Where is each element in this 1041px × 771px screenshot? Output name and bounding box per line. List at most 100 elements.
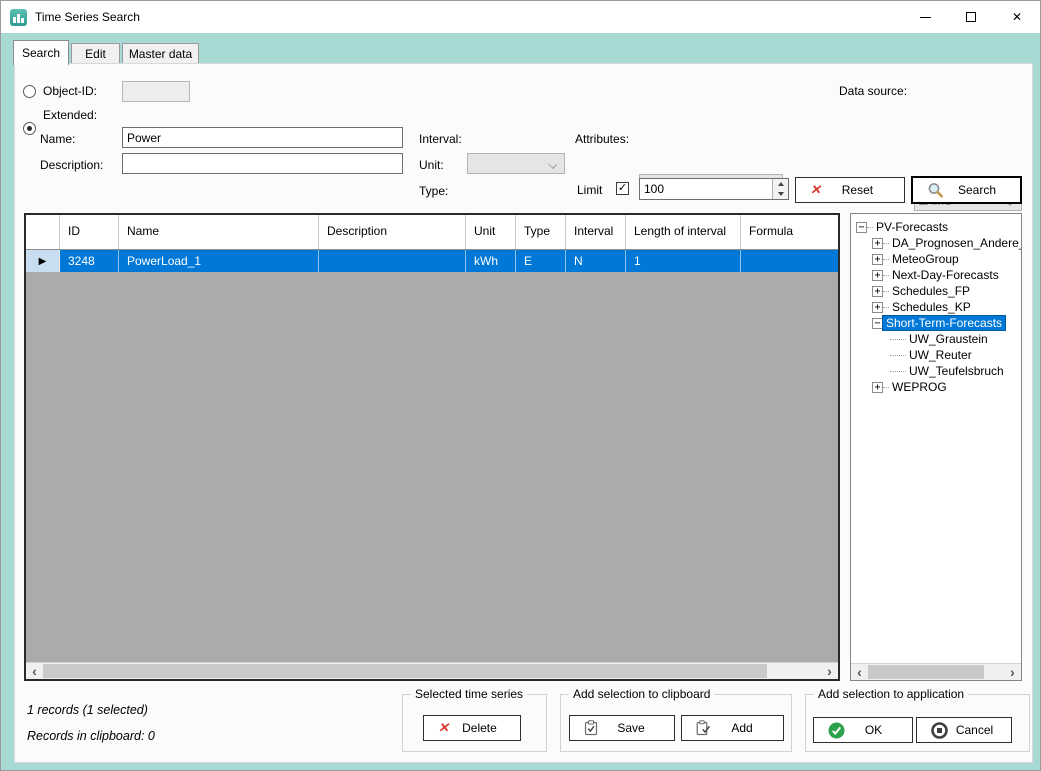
- column-header-formula[interactable]: Formula: [741, 215, 838, 249]
- tree-node-uw-graustein[interactable]: UW_Graustein: [851, 331, 1021, 347]
- tab-edit[interactable]: Edit: [71, 43, 120, 64]
- clipboard-check-icon: [584, 720, 598, 736]
- table-header-row: ID Name Description Unit Type Interval L…: [26, 215, 838, 250]
- tree-node-label[interactable]: UW_Reuter: [906, 348, 975, 362]
- scroll-right-icon[interactable]: ›: [1004, 664, 1021, 680]
- table-scrollbar-track[interactable]: [43, 663, 821, 679]
- search-tab-page: Object-ID: Extended: Name: Power Descrip…: [14, 63, 1033, 763]
- tab-search[interactable]: Search: [13, 40, 69, 65]
- group-selected-time-series: Selected time series ✕ Delete: [402, 687, 547, 752]
- tree-node-label[interactable]: MeteoGroup: [889, 252, 962, 266]
- type-label: Type:: [419, 184, 449, 198]
- delete-button[interactable]: ✕ Delete: [423, 715, 521, 741]
- save-button[interactable]: Save: [569, 715, 675, 741]
- reset-button-label: Reset: [841, 183, 874, 197]
- row-selector-header: [26, 215, 60, 249]
- window-frame: Search Edit Master data Object-ID: Exten…: [1, 33, 1040, 770]
- object-id-radio[interactable]: [23, 85, 36, 98]
- description-input[interactable]: [122, 153, 403, 174]
- scroll-right-icon[interactable]: ›: [821, 663, 838, 679]
- column-header-type[interactable]: Type: [516, 215, 566, 249]
- tree-node-label[interactable]: Schedules_KP: [889, 300, 974, 314]
- collapse-icon[interactable]: −: [856, 221, 867, 233]
- arrow-up-icon: [777, 182, 784, 186]
- red-cross-icon: ✕: [810, 182, 821, 197]
- row-marker-icon: ▶: [26, 250, 60, 272]
- tree-node-schedules-kp[interactable]: + Schedules_KP: [851, 299, 1021, 315]
- limit-checkbox[interactable]: ✓: [616, 182, 629, 195]
- table-empty-area: [26, 272, 838, 662]
- tree-node-label[interactable]: UW_Graustein: [906, 332, 991, 346]
- table-row[interactable]: ▶ 3248 PowerLoad_1 kWh E N 1: [26, 250, 838, 272]
- description-label: Description:: [40, 158, 104, 172]
- scroll-left-icon[interactable]: ‹: [851, 664, 868, 680]
- expand-icon[interactable]: +: [872, 269, 883, 281]
- tree-node-label[interactable]: Schedules_FP: [889, 284, 973, 298]
- tree-node-uw-teufelsbruch[interactable]: UW_Teufelsbruch: [851, 363, 1021, 379]
- expand-icon[interactable]: +: [872, 237, 883, 249]
- tree-node-label[interactable]: DA_Prognosen_Andere_: [889, 236, 1021, 250]
- app-logo-icon: [10, 8, 27, 26]
- ok-button-label: OK: [864, 723, 883, 737]
- cell-type: E: [516, 250, 566, 272]
- data-source-label: Data source:: [839, 84, 908, 98]
- column-header-interval[interactable]: Interval: [566, 215, 626, 249]
- limit-value: 100: [644, 182, 665, 196]
- tree-node-da-prognosen[interactable]: + DA_Prognosen_Andere_: [851, 235, 1021, 251]
- tree-horizontal-scrollbar[interactable]: ‹ ›: [851, 663, 1021, 680]
- scroll-left-icon[interactable]: ‹: [26, 663, 43, 679]
- tree-scrollbar-thumb[interactable]: [868, 665, 984, 679]
- window-title: Time Series Search: [35, 10, 140, 24]
- magnifier-icon: [927, 182, 944, 198]
- expand-icon[interactable]: +: [872, 253, 883, 265]
- add-button[interactable]: Add: [681, 715, 784, 741]
- clipboard-count: Records in clipboard: 0: [27, 729, 155, 743]
- tree-node-short-term-forecasts[interactable]: − Short-Term-Forecasts: [851, 315, 1021, 331]
- column-header-length-of-interval[interactable]: Length of interval: [626, 215, 741, 249]
- cancel-button[interactable]: Cancel: [916, 717, 1012, 743]
- table-horizontal-scrollbar[interactable]: ‹ ›: [26, 662, 838, 679]
- tree-node-uw-reuter[interactable]: UW_Reuter: [851, 347, 1021, 363]
- column-header-description[interactable]: Description: [319, 215, 466, 249]
- tree-node-schedules-fp[interactable]: + Schedules_FP: [851, 283, 1021, 299]
- object-id-input[interactable]: [122, 81, 190, 102]
- limit-decrement-button[interactable]: [773, 189, 788, 199]
- tree-scrollbar-track[interactable]: [868, 664, 1004, 680]
- interval-select[interactable]: [467, 153, 565, 174]
- close-button[interactable]: ✕: [994, 1, 1040, 33]
- minimize-button[interactable]: [902, 1, 948, 33]
- table-scrollbar-thumb[interactable]: [43, 664, 767, 678]
- tab-master-data[interactable]: Master data: [122, 43, 199, 64]
- reset-button[interactable]: ✕ Reset: [795, 177, 905, 203]
- column-header-unit[interactable]: Unit: [466, 215, 516, 249]
- tree-node-meteogroup[interactable]: + MeteoGroup: [851, 251, 1021, 267]
- limit-increment-button[interactable]: [773, 179, 788, 189]
- column-header-id[interactable]: ID: [60, 215, 119, 249]
- maximize-button[interactable]: [948, 1, 994, 33]
- tree-node-pv-forecasts[interactable]: − PV-Forecasts: [851, 219, 1021, 235]
- tree-node-label[interactable]: WEPROG: [889, 380, 950, 394]
- cancel-button-label: Cancel: [955, 723, 994, 737]
- expand-icon[interactable]: +: [872, 381, 883, 393]
- tree-node-label[interactable]: UW_Teufelsbruch: [906, 364, 1007, 378]
- attributes-label: Attributes:: [575, 132, 630, 146]
- extended-label: Extended:: [43, 108, 98, 122]
- tree-node-label-selected[interactable]: Short-Term-Forecasts: [881, 315, 1007, 331]
- add-button-label: Add: [731, 721, 753, 735]
- cell-formula: [741, 250, 838, 272]
- close-icon: ✕: [1011, 10, 1023, 24]
- collapse-icon[interactable]: −: [872, 317, 883, 329]
- tree-node-next-day-forecasts[interactable]: + Next-Day-Forecasts: [851, 267, 1021, 283]
- limit-stepper[interactable]: 100: [639, 178, 789, 200]
- results-table: ID Name Description Unit Type Interval L…: [24, 213, 840, 681]
- tree-node-label[interactable]: PV-Forecasts: [873, 220, 951, 234]
- ok-button[interactable]: OK: [813, 717, 913, 743]
- search-button[interactable]: Search: [911, 176, 1022, 204]
- expand-icon[interactable]: +: [872, 285, 883, 297]
- expand-icon[interactable]: +: [872, 301, 883, 313]
- name-input[interactable]: Power: [122, 127, 403, 148]
- column-header-name[interactable]: Name: [119, 215, 319, 249]
- extended-radio[interactable]: [23, 122, 36, 135]
- tree-node-label[interactable]: Next-Day-Forecasts: [889, 268, 1002, 282]
- tree-node-weprog[interactable]: + WEPROG: [851, 379, 1021, 395]
